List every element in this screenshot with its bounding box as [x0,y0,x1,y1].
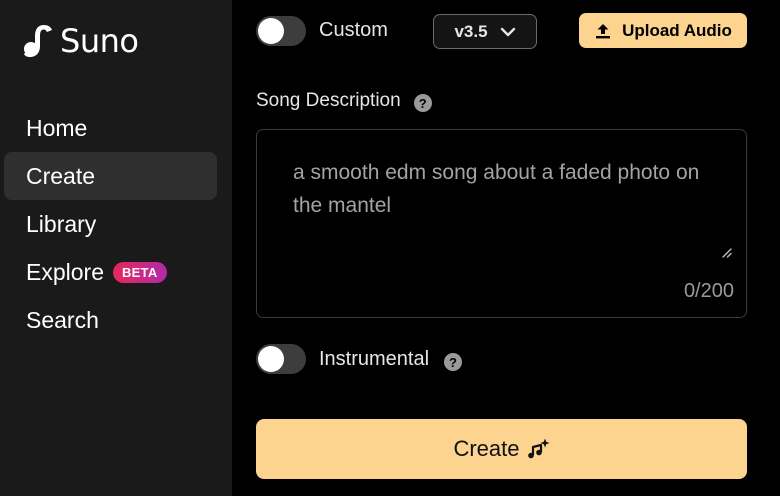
upload-audio-button[interactable]: Upload Audio [579,13,747,48]
help-icon[interactable]: ? [413,94,432,112]
chevron-down-icon [500,27,515,36]
music-sparkle-icon [527,438,550,459]
beta-badge: BETA [112,261,167,283]
app-name: Suno [60,22,139,60]
create-button[interactable]: Create [256,419,747,479]
version-select[interactable]: v3.5 [433,14,537,49]
toggle-knob [258,346,284,372]
char-counter: 0/200 [683,280,734,302]
sidebar-item-label: Create [26,162,96,189]
sidebar-item-home[interactable]: Home [4,104,217,152]
sidebar-item-create[interactable]: Create [4,152,217,200]
sidebar-item-search[interactable]: Search [4,296,217,344]
sidebar-item-library[interactable]: Library [4,200,217,248]
toggle-knob [258,18,284,44]
create-button-label: Create [453,436,520,461]
upload-icon [596,23,611,38]
suno-logo-icon [24,25,52,57]
song-description-input[interactable]: a smooth edm song about a faded photo on… [256,129,747,318]
sidebar: Suno Home Create Library Explore BETA Se… [0,0,232,496]
version-value: v3.5 [454,21,488,41]
song-description-label: Song Description [256,90,401,111]
custom-toggle[interactable] [256,16,306,46]
song-description-heading: Song Description ? [256,90,432,112]
help-icon[interactable]: ? [444,353,462,371]
instrumental-toggle[interactable] [256,344,306,374]
instrumental-label: Instrumental [319,348,430,370]
sidebar-item-label: Home [26,114,88,141]
upload-audio-label: Upload Audio [622,20,732,40]
custom-label: Custom [319,19,388,41]
suno-logo[interactable]: Suno [24,22,139,60]
sidebar-item-label: Search [26,306,99,333]
resize-handle-icon[interactable] [722,248,732,258]
sidebar-item-explore[interactable]: Explore BETA [4,248,217,296]
sidebar-item-label: Library [26,210,97,237]
sidebar-nav: Home Create Library Explore BETA Search [4,104,217,344]
sidebar-item-label: Explore [26,258,104,285]
song-description-text: a smooth edm song about a faded photo on… [293,161,700,217]
create-panel: Custom v3.5 Upload Audio Song Descriptio… [232,0,780,496]
